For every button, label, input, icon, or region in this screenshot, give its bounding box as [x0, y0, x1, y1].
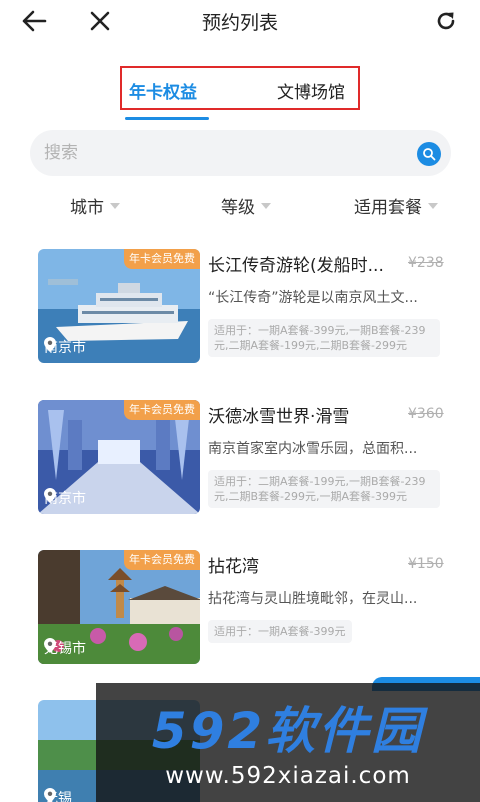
item-description: 拈花湾与灵山胜境毗邻，在灵山... — [208, 591, 418, 607]
list-item[interactable]: 年卡会员免费 无锡市 拈花湾 ¥150 拈花湾与灵山胜境毗邻，在灵山... 适用… — [38, 550, 458, 666]
location-pin-icon — [44, 788, 56, 802]
filter-level-label: 等级 — [221, 198, 255, 218]
member-free-badge: 年卡会员免费 — [124, 249, 200, 269]
original-price: ¥238 — [408, 255, 444, 271]
item-thumbnail: 年卡会员免费 南京市 — [38, 400, 200, 514]
search-icon[interactable] — [417, 142, 441, 166]
caret-down-icon — [261, 202, 271, 209]
package-line: 适用于：一期A套餐-399元 — [214, 625, 346, 638]
city-tag: 南京市 — [44, 337, 86, 357]
original-price: ¥150 — [408, 556, 444, 572]
location-pin-icon — [44, 337, 56, 352]
applicable-packages: 适用于：一期A套餐-399元 — [208, 620, 352, 643]
item-title: 长江传奇游轮(发船时... — [208, 256, 384, 276]
applicable-packages: 适用于：一期A套餐-399元,一期B套餐-239 元,二期A套餐-199元,二期… — [208, 319, 440, 357]
tab-museums[interactable]: 文博场馆 — [277, 78, 345, 103]
item-thumbnail: 年卡会员免费 无锡市 — [38, 550, 200, 664]
location-pin-icon — [44, 488, 56, 503]
search-bar — [30, 130, 451, 176]
tab-annual-card-benefits[interactable]: 年卡权益 — [129, 78, 197, 103]
page: 预约列表 年卡权益 文博场馆 城市 等级 适用套餐 — [0, 0, 480, 802]
filter-level[interactable]: 等级 — [221, 193, 271, 218]
item-title: 拈花湾 — [208, 557, 259, 577]
city-tag: 南京市 — [44, 488, 86, 508]
list-item[interactable]: 年卡会员免费 南京市 长江传奇游轮(发船时... ¥238 “长江传奇”游轮是以… — [38, 249, 458, 365]
member-free-badge: 年卡会员免费 — [124, 400, 200, 420]
member-free-badge: 年卡会员免费 — [124, 550, 200, 570]
caret-down-icon — [110, 202, 120, 209]
applicable-packages: 适用于：二期A套餐-199元,一期B套餐-239 元,二期B套餐-299元,一期… — [208, 470, 440, 508]
refresh-button[interactable] — [430, 6, 462, 36]
city-tag: 无锡 — [44, 788, 72, 802]
magnifier-glyph — [423, 148, 436, 161]
caret-down-icon — [428, 202, 438, 209]
filter-package[interactable]: 适用套餐 — [354, 193, 438, 218]
package-line: 适用于：一期A套餐-399元,一期B套餐-239 — [214, 324, 426, 337]
page-title: 预约列表 — [201, 12, 278, 34]
location-pin-icon — [44, 638, 56, 653]
item-thumbnail: 年卡会员免费 南京市 — [38, 249, 200, 363]
filter-city-label: 城市 — [70, 198, 104, 218]
active-tab-indicator — [125, 117, 209, 120]
watermark-url: www.592xiazai.com — [165, 763, 411, 789]
item-title: 沃德冰雪世界·滑雪 — [208, 407, 350, 427]
package-line: 元,二期A套餐-199元,二期B套餐-299元 — [214, 339, 407, 352]
filter-city[interactable]: 城市 — [70, 193, 120, 218]
site-watermark: 592软件园 www.592xiazai.com — [96, 683, 480, 802]
watermark-logo: 592软件园 — [151, 702, 425, 760]
tab-bar: 年卡权益 文博场馆 — [120, 66, 360, 110]
filter-package-label: 适用套餐 — [354, 198, 422, 218]
package-line: 元,二期B套餐-299元,一期A套餐-399元 — [214, 490, 407, 503]
list-item[interactable]: 年卡会员免费 南京市 沃德冰雪世界·滑雪 ¥360 南京首家室内冰雪乐园，总面积… — [38, 400, 458, 516]
item-description: “长江传奇”游轮是以南京风土文... — [208, 290, 418, 306]
item-description: 南京首家室内冰雪乐园，总面积... — [208, 441, 418, 457]
refresh-icon — [437, 12, 455, 30]
search-input[interactable] — [44, 138, 404, 168]
header: 预约列表 — [0, 0, 480, 42]
city-tag: 无锡市 — [44, 638, 86, 658]
original-price: ¥360 — [408, 406, 444, 422]
package-line: 适用于：二期A套餐-199元,一期B套餐-239 — [214, 475, 426, 488]
